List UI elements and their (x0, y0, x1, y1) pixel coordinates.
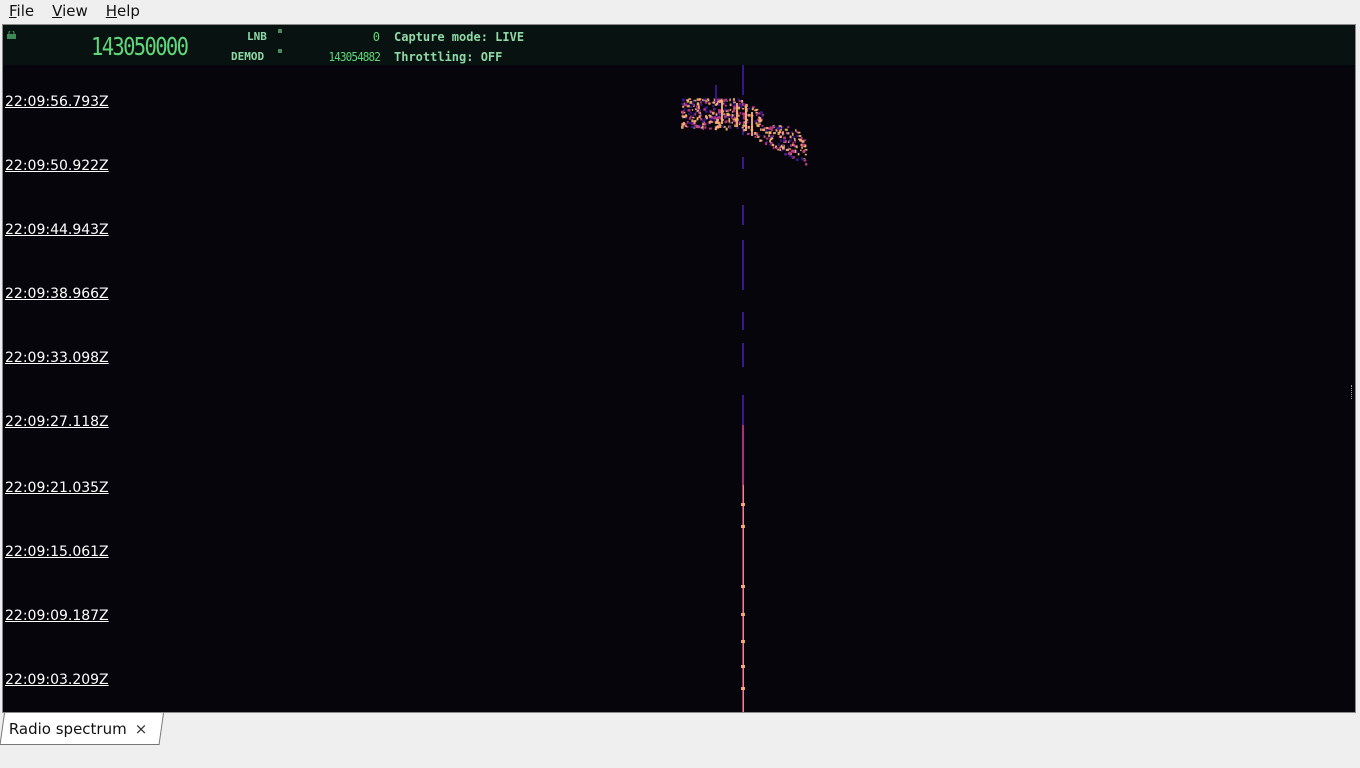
menu-view-label: iew (62, 2, 88, 20)
tab-bar: Radio spectrum × (0, 713, 1360, 768)
timestamp-label[interactable]: 22:09:50.922Z (5, 158, 109, 174)
timestamp-label[interactable]: 22:09:09.187Z (5, 608, 109, 624)
timestamp-label[interactable]: 22:09:38.966Z (5, 286, 109, 302)
demod-label: DEMOD (231, 50, 265, 63)
menu-bar: File View Help (0, 0, 1360, 22)
frequency-header: 143050000 LNB 0 DEMOD 143054882 Capture … (3, 25, 1355, 65)
lnb-label: LNB (247, 30, 267, 43)
demod-lock-icon[interactable] (278, 49, 282, 53)
center-frequency-display[interactable]: 143050000 (91, 32, 189, 61)
lnb-value[interactable]: 0 (363, 30, 380, 44)
menu-file-mnemonic: F (9, 2, 17, 20)
timestamp-label[interactable]: 22:09:03.209Z (5, 672, 109, 688)
close-icon[interactable]: × (135, 720, 148, 738)
lock-icon[interactable] (7, 31, 16, 39)
menu-file[interactable]: File (0, 0, 43, 22)
menu-view[interactable]: View (43, 0, 97, 22)
timestamp-label[interactable]: 22:09:21.035Z (5, 480, 109, 496)
demod-value[interactable]: 143054882 (309, 50, 380, 64)
timestamp-label[interactable]: 22:09:15.061Z (5, 544, 109, 560)
timestamp-label[interactable]: 22:09:33.098Z (5, 350, 109, 366)
timestamp-label[interactable]: 22:09:27.118Z (5, 414, 109, 430)
spectrum-panel: 143050000 LNB 0 DEMOD 143054882 Capture … (2, 24, 1356, 713)
menu-help-mnemonic: H (105, 2, 118, 20)
waterfall-display[interactable]: 22:09:56.793Z 22:09:50.922Z 22:09:44.943… (3, 65, 1356, 713)
throttling-status: Throttling: OFF (394, 50, 503, 64)
timestamp-label[interactable]: 22:09:56.793Z (5, 94, 109, 110)
timestamp-label[interactable]: 22:09:44.943Z (5, 222, 109, 238)
waterfall-canvas[interactable] (3, 65, 1356, 713)
menu-file-label: ile (16, 2, 35, 20)
menu-help-label: elp (117, 2, 140, 20)
resize-handle[interactable] (1351, 385, 1355, 399)
capture-mode-status: Capture mode: LIVE (394, 30, 525, 44)
menu-help[interactable]: Help (97, 0, 149, 22)
lnb-lock-icon[interactable] (278, 29, 282, 33)
tab-label: Radio spectrum (8, 719, 127, 738)
menu-view-mnemonic: V (52, 2, 63, 20)
tab-radio-spectrum[interactable]: Radio spectrum × (0, 713, 164, 745)
